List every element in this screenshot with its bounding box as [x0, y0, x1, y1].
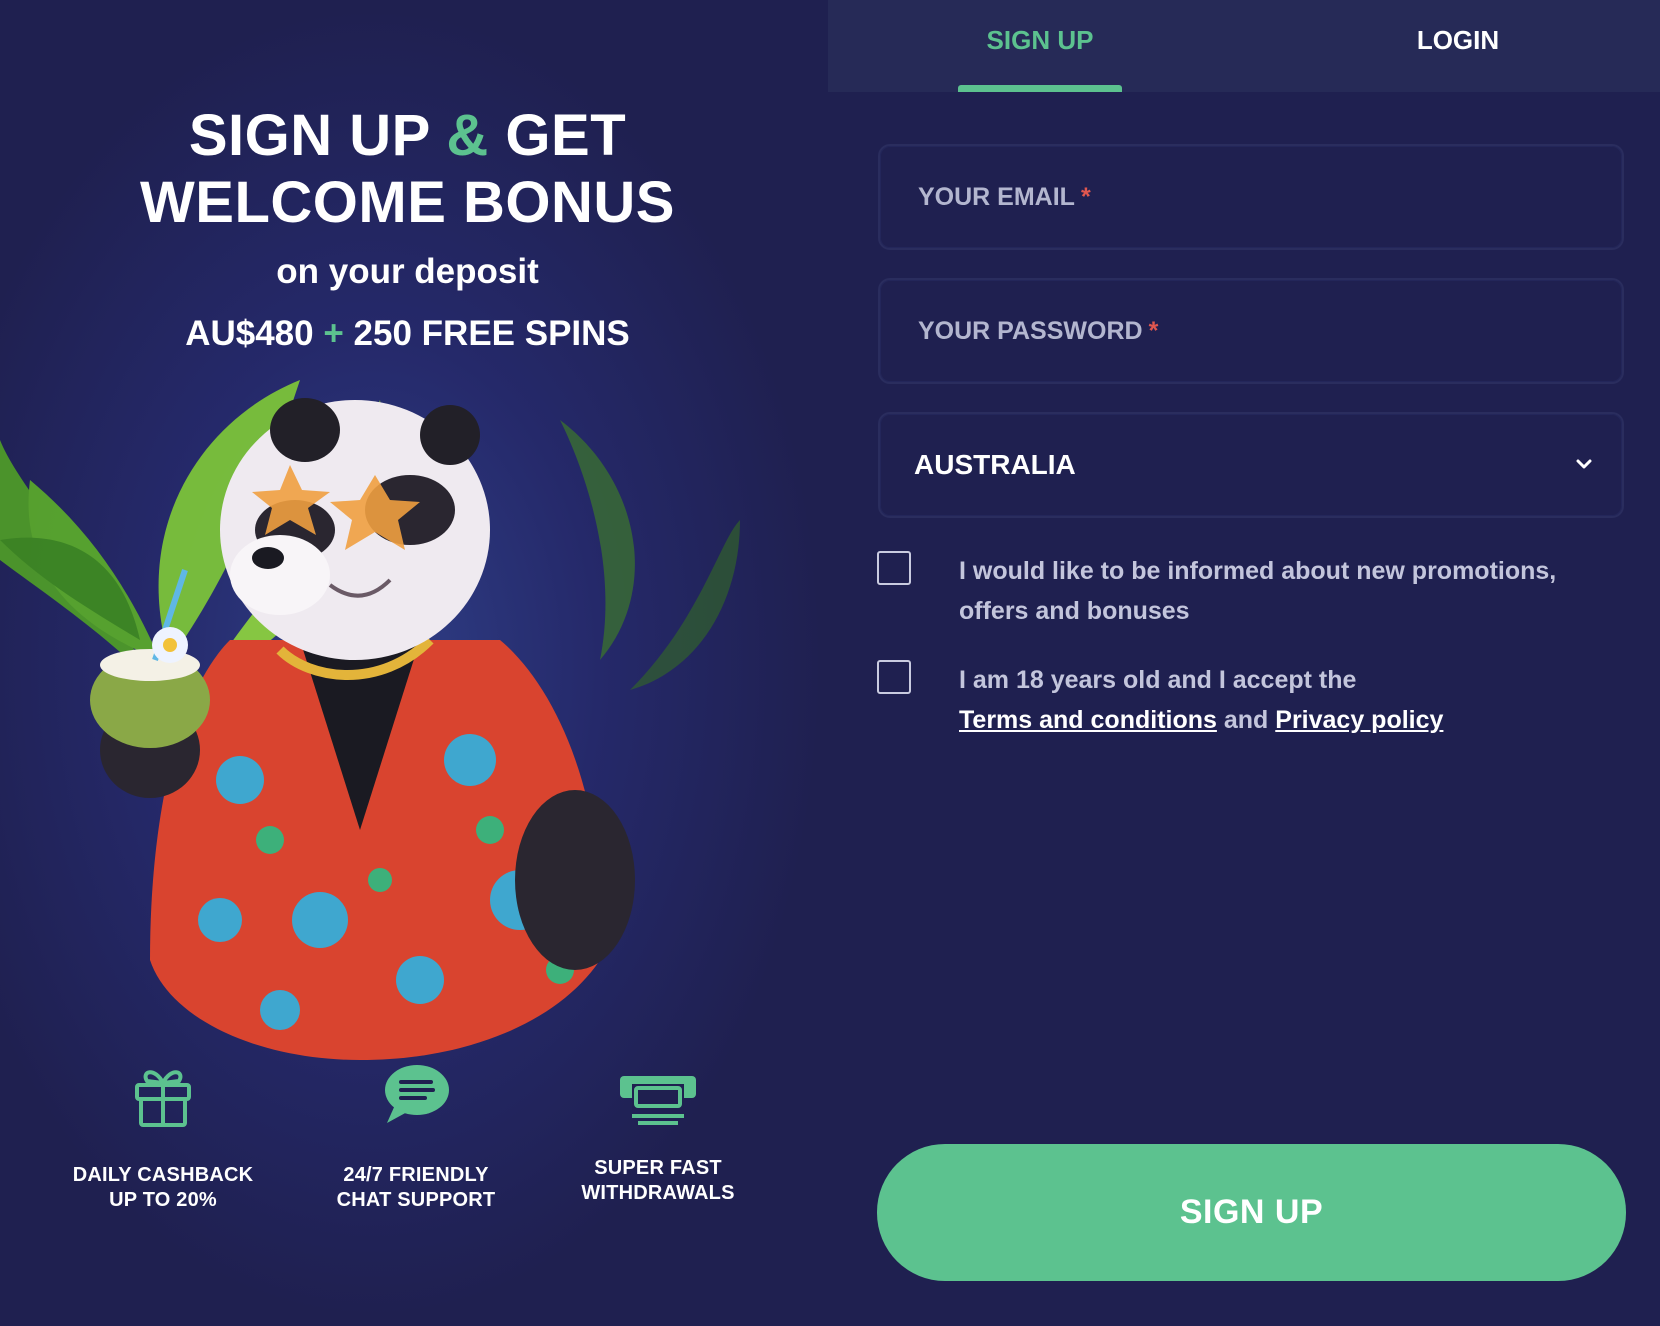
gift-icon — [135, 1070, 191, 1127]
panda-mascot-illustration — [0, 380, 740, 1060]
title-ampersand: & — [446, 103, 489, 168]
password-input[interactable] — [880, 280, 1622, 382]
age-consent-label[interactable]: I am 18 years old and I accept the Terms… — [959, 660, 1619, 740]
feature-chat-support: 24/7 FRIENDLY CHAT SUPPORT — [296, 1063, 536, 1213]
promo-consent-label[interactable]: I would like to be informed about new pr… — [959, 551, 1619, 631]
offer-amount: AU$480 — [185, 314, 314, 353]
promo-panel: SIGN UP & GET WELCOME BONUS on your depo… — [0, 0, 828, 1326]
promo-title-line1: SIGN UP & GET — [188, 103, 627, 168]
offer-spins: 250 FREE SPINS — [353, 314, 630, 353]
chat-bubble-icon — [385, 1065, 449, 1123]
tab-sign-up[interactable]: SIGN UP — [958, 0, 1122, 92]
password-field[interactable]: YOUR PASSWORD * — [878, 278, 1624, 384]
feature-withdrawals: SUPER FAST WITHDRAWALS — [538, 1074, 778, 1206]
active-tab-indicator — [958, 85, 1122, 92]
offer-plus: + — [323, 314, 344, 353]
promo-subtitle: on your deposit — [276, 252, 539, 291]
promo-consent-checkbox[interactable] — [877, 551, 911, 585]
country-value: AUSTRALIA — [914, 449, 1076, 480]
terms-link[interactable]: Terms and conditions — [959, 706, 1217, 734]
tab-login[interactable]: LOGIN — [1368, 0, 1548, 92]
email-input[interactable] — [880, 146, 1622, 248]
email-field[interactable]: YOUR EMAIL * — [878, 144, 1624, 250]
age-consent-checkbox[interactable] — [877, 660, 911, 694]
chevron-down-icon — [1576, 459, 1592, 469]
feature-cashback: DAILY CASHBACK UP TO 20% — [43, 1063, 283, 1213]
auth-tabs: SIGN UP LOGIN — [828, 0, 1660, 92]
sign-up-button[interactable]: SIGN UP — [877, 1144, 1626, 1281]
country-select[interactable]: AUSTRALIA — [878, 412, 1624, 518]
promo-offer: AU$480 + 250 FREE SPINS — [0, 314, 815, 354]
privacy-policy-link[interactable]: Privacy policy — [1275, 706, 1443, 734]
promo-title-line2: WELCOME BONUS — [140, 170, 675, 235]
withdrawal-icon — [620, 1076, 696, 1125]
